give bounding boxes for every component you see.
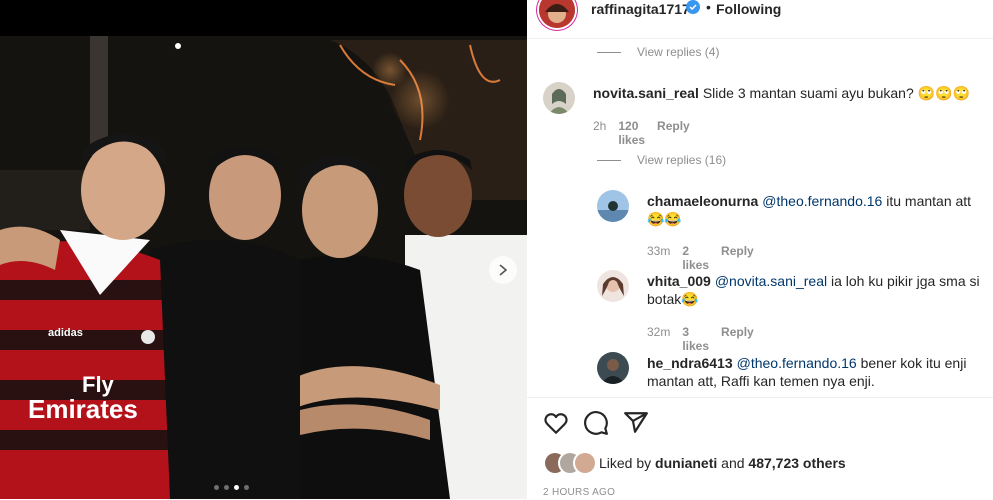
author-username[interactable]: raffinagita1717: [591, 1, 690, 17]
avatar-image: [539, 0, 575, 28]
comment-mention[interactable]: @theo.fernando.16: [762, 193, 882, 209]
comments-list[interactable]: View replies (4) novita.sani_real Slide 3…: [527, 39, 993, 397]
liked-by-and: and: [721, 455, 745, 471]
comment-likes[interactable]: 2 likes: [682, 244, 709, 272]
share-icon[interactable]: [623, 410, 649, 436]
liked-by-user[interactable]: dunianeti: [655, 455, 717, 471]
comment-time: 33m: [647, 244, 671, 258]
liker-avatar: [575, 453, 595, 473]
jersey-brand: adidas: [48, 327, 83, 339]
carousel-dot: [244, 485, 249, 490]
comment-text: Slide 3 mantan suami ayu bukan? 🙄🙄🙄: [702, 85, 970, 101]
carousel-next-button[interactable]: [489, 256, 517, 284]
commenter-avatar[interactable]: [597, 352, 629, 384]
commenter-avatar[interactable]: [543, 82, 575, 114]
verified-icon: [686, 0, 700, 14]
comment-username[interactable]: chamaeleonurna: [647, 193, 758, 209]
chevron-right-icon: [499, 264, 508, 276]
carousel-dots: [214, 485, 249, 490]
view-replies-button[interactable]: View replies (16): [597, 153, 726, 167]
comment-username[interactable]: novita.sani_real: [593, 85, 699, 101]
comment-likes[interactable]: 120 likes: [618, 119, 645, 147]
post-timestamp[interactable]: 2 HOURS AGO: [543, 487, 615, 498]
view-replies-label: View replies (4): [637, 45, 720, 59]
post-photo[interactable]: Fly Emirates adidas: [0, 0, 527, 499]
liked-by-prefix: Liked by: [599, 455, 652, 471]
comment-mention[interactable]: @theo.fernando.16: [737, 355, 857, 371]
replies-divider: [597, 51, 621, 53]
comment-username[interactable]: he_ndra6413: [647, 355, 733, 371]
carousel-dot: [214, 485, 219, 490]
comment-icon[interactable]: [583, 410, 609, 436]
following-button[interactable]: Following: [716, 1, 781, 17]
post-actions: Liked by dunianeti and 487,723 others 2 …: [527, 397, 993, 500]
author-avatar[interactable]: [539, 0, 575, 28]
jersey-line2: Emirates: [28, 394, 138, 424]
reply-button[interactable]: Reply: [721, 244, 754, 272]
likes-count[interactable]: 487,723 others: [748, 455, 845, 471]
commenter-avatar[interactable]: [597, 270, 629, 302]
post-header: raffinagita1717 • Following: [527, 0, 993, 39]
reply-button[interactable]: Reply: [721, 325, 754, 353]
carousel-dot-active: [234, 485, 239, 490]
carousel-dot: [224, 485, 229, 490]
header-separator: •: [706, 0, 711, 15]
comment-mention[interactable]: @novita.sani_real: [715, 273, 827, 289]
liker-avatars: [545, 453, 597, 473]
photo-illustration: Fly Emirates adidas: [0, 0, 527, 499]
reply-button[interactable]: Reply: [657, 119, 690, 147]
comment-username[interactable]: vhita_009: [647, 273, 711, 289]
likes-summary: Liked by dunianeti and 487,723 others: [545, 453, 846, 473]
comment-time: 32m: [647, 325, 671, 339]
post-side-panel: raffinagita1717 • Following View replies…: [527, 0, 993, 499]
replies-divider: [597, 159, 621, 161]
view-replies-label: View replies (16): [637, 153, 727, 167]
comment-likes[interactable]: 3 likes: [682, 325, 709, 353]
view-replies-button[interactable]: View replies (4): [597, 45, 719, 59]
heart-icon[interactable]: [543, 410, 569, 436]
comment-time: 2h: [593, 119, 607, 133]
commenter-avatar[interactable]: [597, 190, 629, 222]
